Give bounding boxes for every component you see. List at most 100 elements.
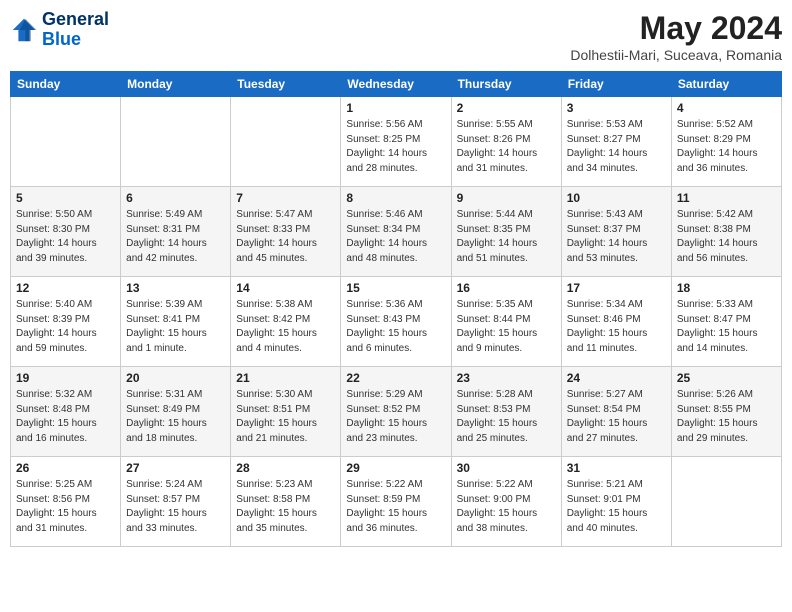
day-number: 19 bbox=[16, 371, 115, 385]
day-info: Sunrise: 5:27 AM Sunset: 8:54 PM Dayligh… bbox=[567, 388, 666, 446]
day-number: 26 bbox=[16, 461, 115, 475]
day-number: 22 bbox=[346, 371, 445, 385]
day-number: 11 bbox=[677, 191, 776, 205]
day-info: Sunrise: 5:23 AM Sunset: 8:58 PM Dayligh… bbox=[236, 478, 335, 536]
day-number: 17 bbox=[567, 281, 666, 295]
day-number: 30 bbox=[457, 461, 556, 475]
day-info: Sunrise: 5:31 AM Sunset: 8:49 PM Dayligh… bbox=[126, 388, 225, 446]
day-info: Sunrise: 5:38 AM Sunset: 8:42 PM Dayligh… bbox=[236, 298, 335, 356]
month-title: May 2024 bbox=[570, 10, 782, 47]
day-info: Sunrise: 5:34 AM Sunset: 8:46 PM Dayligh… bbox=[567, 298, 666, 356]
day-info: Sunrise: 5:35 AM Sunset: 8:44 PM Dayligh… bbox=[457, 298, 556, 356]
day-info: Sunrise: 5:22 AM Sunset: 8:59 PM Dayligh… bbox=[346, 478, 445, 536]
calendar-week-3: 12Sunrise: 5:40 AM Sunset: 8:39 PM Dayli… bbox=[11, 277, 782, 367]
calendar-cell: 11 Sunrise: 5:42 AM Sunset: 8:38 PM Dayli… bbox=[671, 187, 781, 277]
logo: General Blue bbox=[10, 10, 109, 50]
calendar-cell: 1 Sunrise: 5:56 AM Sunset: 8:25 PM Daylig… bbox=[341, 97, 451, 187]
weekday-row: SundayMondayTuesdayWednesdayThursdayFrid… bbox=[11, 72, 782, 97]
day-number: 15 bbox=[346, 281, 445, 295]
day-number: 25 bbox=[677, 371, 776, 385]
calendar-cell: 8 Sunrise: 5:46 AM Sunset: 8:34 PM Daylig… bbox=[341, 187, 451, 277]
day-number: 20 bbox=[126, 371, 225, 385]
location: Dolhestii-Mari, Suceava, Romania bbox=[570, 47, 782, 63]
calendar-cell: 7 Sunrise: 5:47 AM Sunset: 8:33 PM Daylig… bbox=[231, 187, 341, 277]
day-info: Sunrise: 5:55 AM Sunset: 8:26 PM Dayligh… bbox=[457, 118, 556, 176]
calendar-cell: 3Sunrise: 5:53 AM Sunset: 8:27 PM Daylig… bbox=[561, 97, 671, 187]
calendar-cell: 26 Sunrise: 5:25 AM Sunset: 8:56 PM Dayli… bbox=[11, 457, 121, 547]
day-info: Sunrise: 5:52 AM Sunset: 8:29 PM Dayligh… bbox=[677, 118, 776, 176]
day-info: Sunrise: 5:49 AM Sunset: 8:31 PM Dayligh… bbox=[126, 208, 225, 266]
weekday-header-monday: Monday bbox=[121, 72, 231, 97]
day-info: Sunrise: 5:21 AM Sunset: 9:01 PM Dayligh… bbox=[567, 478, 666, 536]
day-number: 18 bbox=[677, 281, 776, 295]
day-info: Sunrise: 5:39 AM Sunset: 8:41 PM Dayligh… bbox=[126, 298, 225, 356]
calendar-week-2: 5 Sunrise: 5:50 AM Sunset: 8:30 PM Daylig… bbox=[11, 187, 782, 277]
day-info: Sunrise: 5:46 AM Sunset: 8:34 PM Dayligh… bbox=[346, 208, 445, 266]
title-block: May 2024 Dolhestii-Mari, Suceava, Romani… bbox=[570, 10, 782, 63]
calendar-cell bbox=[121, 97, 231, 187]
calendar-cell: 6 Sunrise: 5:49 AM Sunset: 8:31 PM Daylig… bbox=[121, 187, 231, 277]
day-number: 6 bbox=[126, 191, 225, 205]
day-number: 24 bbox=[567, 371, 666, 385]
logo-icon bbox=[10, 16, 38, 44]
day-info: Sunrise: 5:40 AM Sunset: 8:39 PM Dayligh… bbox=[16, 298, 115, 356]
weekday-header-saturday: Saturday bbox=[671, 72, 781, 97]
calendar-week-1: 1 Sunrise: 5:56 AM Sunset: 8:25 PM Daylig… bbox=[11, 97, 782, 187]
day-info: Sunrise: 5:24 AM Sunset: 8:57 PM Dayligh… bbox=[126, 478, 225, 536]
calendar-cell: 16Sunrise: 5:35 AM Sunset: 8:44 PM Dayli… bbox=[451, 277, 561, 367]
day-number: 1 bbox=[346, 101, 445, 115]
weekday-header-wednesday: Wednesday bbox=[341, 72, 451, 97]
day-info: Sunrise: 5:33 AM Sunset: 8:47 PM Dayligh… bbox=[677, 298, 776, 356]
calendar-cell: 15Sunrise: 5:36 AM Sunset: 8:43 PM Dayli… bbox=[341, 277, 451, 367]
page-header: General Blue May 2024 Dolhestii-Mari, Su… bbox=[10, 10, 782, 63]
day-info: Sunrise: 5:50 AM Sunset: 8:30 PM Dayligh… bbox=[16, 208, 115, 266]
day-number: 13 bbox=[126, 281, 225, 295]
calendar-header: SundayMondayTuesdayWednesdayThursdayFrid… bbox=[11, 72, 782, 97]
calendar-cell: 30 Sunrise: 5:22 AM Sunset: 9:00 PM Dayli… bbox=[451, 457, 561, 547]
day-number: 10 bbox=[567, 191, 666, 205]
calendar-cell: 24 Sunrise: 5:27 AM Sunset: 8:54 PM Dayli… bbox=[561, 367, 671, 457]
calendar-table: SundayMondayTuesdayWednesdayThursdayFrid… bbox=[10, 71, 782, 547]
calendar-cell: 23 Sunrise: 5:28 AM Sunset: 8:53 PM Dayli… bbox=[451, 367, 561, 457]
calendar-cell: 13 Sunrise: 5:39 AM Sunset: 8:41 PM Dayli… bbox=[121, 277, 231, 367]
day-number: 28 bbox=[236, 461, 335, 475]
day-info: Sunrise: 5:28 AM Sunset: 8:53 PM Dayligh… bbox=[457, 388, 556, 446]
calendar-cell: 5 Sunrise: 5:50 AM Sunset: 8:30 PM Daylig… bbox=[11, 187, 121, 277]
day-info: Sunrise: 5:42 AM Sunset: 8:38 PM Dayligh… bbox=[677, 208, 776, 266]
calendar-week-5: 26 Sunrise: 5:25 AM Sunset: 8:56 PM Dayli… bbox=[11, 457, 782, 547]
day-info: Sunrise: 5:22 AM Sunset: 9:00 PM Dayligh… bbox=[457, 478, 556, 536]
calendar-cell: 29Sunrise: 5:22 AM Sunset: 8:59 PM Dayli… bbox=[341, 457, 451, 547]
calendar-cell: 10 Sunrise: 5:43 AM Sunset: 8:37 PM Dayli… bbox=[561, 187, 671, 277]
day-number: 2 bbox=[457, 101, 556, 115]
day-number: 31 bbox=[567, 461, 666, 475]
weekday-header-thursday: Thursday bbox=[451, 72, 561, 97]
day-info: Sunrise: 5:30 AM Sunset: 8:51 PM Dayligh… bbox=[236, 388, 335, 446]
day-info: Sunrise: 5:47 AM Sunset: 8:33 PM Dayligh… bbox=[236, 208, 335, 266]
day-info: Sunrise: 5:56 AM Sunset: 8:25 PM Dayligh… bbox=[346, 118, 445, 176]
calendar-cell: 14 Sunrise: 5:38 AM Sunset: 8:42 PM Dayli… bbox=[231, 277, 341, 367]
day-number: 8 bbox=[346, 191, 445, 205]
calendar-cell bbox=[11, 97, 121, 187]
weekday-header-sunday: Sunday bbox=[11, 72, 121, 97]
calendar-cell: 27Sunrise: 5:24 AM Sunset: 8:57 PM Dayli… bbox=[121, 457, 231, 547]
calendar-cell: 9Sunrise: 5:44 AM Sunset: 8:35 PM Daylig… bbox=[451, 187, 561, 277]
calendar-cell bbox=[231, 97, 341, 187]
calendar-cell: 4Sunrise: 5:52 AM Sunset: 8:29 PM Daylig… bbox=[671, 97, 781, 187]
calendar-cell: 25Sunrise: 5:26 AM Sunset: 8:55 PM Dayli… bbox=[671, 367, 781, 457]
day-number: 14 bbox=[236, 281, 335, 295]
calendar-body: 1 Sunrise: 5:56 AM Sunset: 8:25 PM Daylig… bbox=[11, 97, 782, 547]
calendar-cell: 2 Sunrise: 5:55 AM Sunset: 8:26 PM Daylig… bbox=[451, 97, 561, 187]
day-number: 23 bbox=[457, 371, 556, 385]
weekday-header-friday: Friday bbox=[561, 72, 671, 97]
day-info: Sunrise: 5:44 AM Sunset: 8:35 PM Dayligh… bbox=[457, 208, 556, 266]
day-info: Sunrise: 5:25 AM Sunset: 8:56 PM Dayligh… bbox=[16, 478, 115, 536]
day-info: Sunrise: 5:43 AM Sunset: 8:37 PM Dayligh… bbox=[567, 208, 666, 266]
weekday-header-tuesday: Tuesday bbox=[231, 72, 341, 97]
calendar-cell: 31 Sunrise: 5:21 AM Sunset: 9:01 PM Dayli… bbox=[561, 457, 671, 547]
day-number: 21 bbox=[236, 371, 335, 385]
logo-text: General Blue bbox=[42, 10, 109, 50]
calendar-cell: 19Sunrise: 5:32 AM Sunset: 8:48 PM Dayli… bbox=[11, 367, 121, 457]
calendar-cell: 18 Sunrise: 5:33 AM Sunset: 8:47 PM Dayli… bbox=[671, 277, 781, 367]
day-number: 5 bbox=[16, 191, 115, 205]
day-number: 7 bbox=[236, 191, 335, 205]
